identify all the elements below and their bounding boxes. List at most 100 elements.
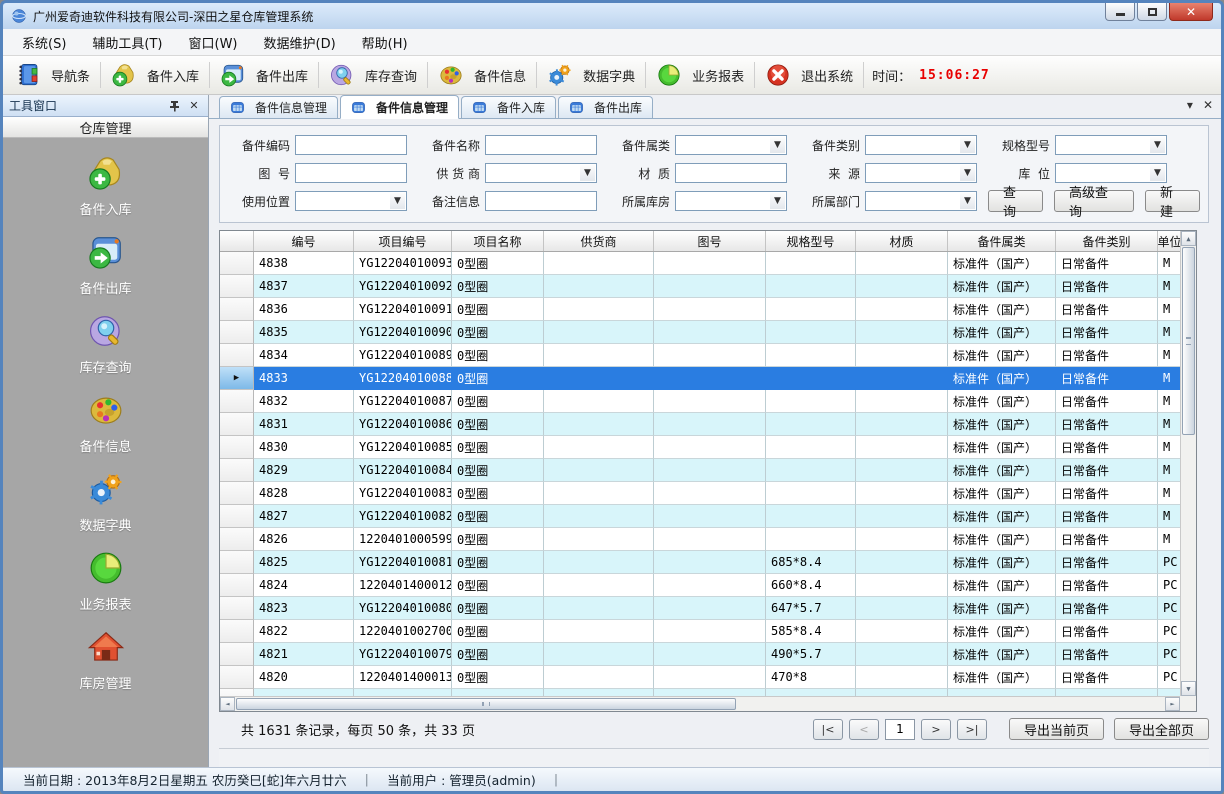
table-row-selected[interactable]: ▶4833YG122040100880型圈标准件（国产）日常备件M <box>220 367 1180 390</box>
query-button[interactable]: 查询 <box>988 190 1043 212</box>
storage-bin-dropdown[interactable]: ▼ <box>1055 163 1167 183</box>
table-row[interactable]: 482212204010027000型圈585*8.4标准件（国产）日常备件PC <box>220 620 1180 643</box>
scroll-down-icon[interactable]: ▼ <box>1181 681 1196 696</box>
grid-header-4[interactable]: 图号 <box>654 231 766 251</box>
material-input[interactable] <box>675 163 787 183</box>
vertical-scrollbar[interactable]: ▲ ▼ <box>1180 231 1196 696</box>
usage-position-dropdown[interactable]: ▼ <box>295 191 407 211</box>
table-row[interactable]: 4823YG122040100800型圈647*5.7标准件（国产）日常备件PC <box>220 597 1180 620</box>
close-button[interactable]: ✕ <box>1169 3 1213 21</box>
toolbar-button-stock-in[interactable]: 备件入库 <box>103 59 207 91</box>
table-row[interactable] <box>220 689 1180 696</box>
toolbar-button-report[interactable]: 业务报表 <box>648 59 752 91</box>
toolbar-button-parts-info[interactable]: 备件信息 <box>430 59 534 91</box>
toolbar-button-exit[interactable]: 退出系统 <box>757 59 861 91</box>
table-row[interactable]: 4835YG122040100900型圈标准件（国产）日常备件M <box>220 321 1180 344</box>
table-row[interactable]: 482412204014000120型圈660*8.4标准件（国产）日常备件PC <box>220 574 1180 597</box>
new-button[interactable]: 新建 <box>1145 190 1200 212</box>
cell: PC <box>1158 666 1180 689</box>
table-row[interactable]: 4831YG122040100860型圈标准件（国产）日常备件M <box>220 413 1180 436</box>
menu-item-1[interactable]: 辅助工具(T) <box>79 29 175 56</box>
grid-header-0[interactable]: 编号 <box>254 231 354 251</box>
first-page-button[interactable]: |< <box>813 719 843 740</box>
vertical-scroll-thumb[interactable] <box>1182 247 1195 435</box>
menu-item-3[interactable]: 数据维护(D) <box>251 29 349 56</box>
menu-item-0[interactable]: 系统(S) <box>9 29 79 56</box>
grid-header-2[interactable]: 项目名称 <box>452 231 544 251</box>
maximize-button[interactable] <box>1137 3 1167 21</box>
toolbar-button-navbar[interactable]: 导航条 <box>7 59 98 91</box>
page-number-input[interactable]: 1 <box>885 719 915 740</box>
prev-page-button[interactable]: < <box>849 719 879 740</box>
export-all-pages-button[interactable]: 导出全部页 <box>1114 718 1209 740</box>
drawing-no-input[interactable] <box>295 163 407 183</box>
next-page-button[interactable]: > <box>921 719 951 740</box>
source-dropdown[interactable]: ▼ <box>865 163 977 183</box>
tab-0[interactable]: 备件信息管理 <box>219 96 338 118</box>
tab-1-active[interactable]: 备件信息管理 <box>340 95 459 119</box>
advanced-query-button[interactable]: 高级查询 <box>1054 190 1134 212</box>
sidebar-item-parts-info[interactable]: 备件信息 <box>3 391 208 455</box>
grid-header-7[interactable]: 备件属类 <box>948 231 1056 251</box>
filter-field-source: 来 源▼ <box>798 163 977 183</box>
minimize-button[interactable] <box>1105 3 1135 21</box>
report-icon <box>656 62 687 88</box>
sidebar-item-report[interactable]: 业务报表 <box>3 549 208 613</box>
grid-header-marker <box>220 231 254 251</box>
grid-header-8[interactable]: 备件类别 <box>1056 231 1158 251</box>
sidebar-item-warehouse[interactable]: 库房管理 <box>3 628 208 692</box>
grid-header-3[interactable]: 供货商 <box>544 231 654 251</box>
cell: 1220401400012 <box>354 574 452 597</box>
grid-header-1[interactable]: 项目编号 <box>354 231 452 251</box>
export-current-page-button[interactable]: 导出当前页 <box>1009 718 1104 740</box>
sidebar-item-inventory-query[interactable]: 库存查询 <box>3 312 208 376</box>
part-code-input[interactable] <box>295 135 407 155</box>
warehouse-dropdown[interactable]: ▼ <box>675 191 787 211</box>
toolbar-button-inventory-query[interactable]: 库存查询 <box>321 59 425 91</box>
cell: 标准件（国产） <box>948 390 1056 413</box>
part-name-input[interactable] <box>485 135 597 155</box>
part-genus-dropdown[interactable]: ▼ <box>675 135 787 155</box>
chevron-down-icon[interactable]: ▾ <box>1187 98 1193 112</box>
table-row[interactable]: 4838YG122040100930型圈标准件（国产）日常备件M <box>220 252 1180 275</box>
sidebar-item-data-dict[interactable]: 数据字典 <box>3 470 208 534</box>
horizontal-scroll-thumb[interactable] <box>236 698 736 710</box>
scroll-up-icon[interactable]: ▲ <box>1181 231 1196 246</box>
grid-header-6[interactable]: 材质 <box>856 231 948 251</box>
grid-header-9[interactable]: 单位 <box>1158 231 1180 251</box>
remark-input[interactable] <box>485 191 597 211</box>
table-row[interactable]: 482012204014000130型圈470*8标准件（国产）日常备件PC <box>220 666 1180 689</box>
menu-item-4[interactable]: 帮助(H) <box>349 29 421 56</box>
tab-close-icon[interactable]: ✕ <box>1203 98 1213 112</box>
table-row[interactable]: 4825YG122040100810型圈685*8.4标准件（国产）日常备件PC <box>220 551 1180 574</box>
table-row[interactable]: 4827YG122040100820型圈标准件（国产）日常备件M <box>220 505 1180 528</box>
table-row[interactable]: 4830YG122040100850型圈标准件（国产）日常备件M <box>220 436 1180 459</box>
scroll-right-icon[interactable]: ► <box>1165 697 1180 711</box>
table-row[interactable]: 4837YG122040100920型圈标准件（国产）日常备件M <box>220 275 1180 298</box>
department-dropdown[interactable]: ▼ <box>865 191 977 211</box>
table-row[interactable]: 482612204010005990型圈标准件（国产）日常备件M <box>220 528 1180 551</box>
grid-header-5[interactable]: 规格型号 <box>766 231 856 251</box>
sidebar-item-stock-in[interactable]: 备件入库 <box>3 154 208 218</box>
table-row[interactable]: 4834YG122040100890型圈标准件（国产）日常备件M <box>220 344 1180 367</box>
sidebar-item-stock-out[interactable]: 备件出库 <box>3 233 208 297</box>
menu-item-2[interactable]: 窗口(W) <box>176 29 251 56</box>
table-row[interactable]: 4828YG122040100830型圈标准件（国产）日常备件M <box>220 482 1180 505</box>
scroll-left-icon[interactable]: ◄ <box>220 697 235 711</box>
last-page-button[interactable]: >| <box>957 719 987 740</box>
horizontal-scrollbar[interactable]: ◄ ► <box>220 696 1180 711</box>
supplier-dropdown[interactable]: ▼ <box>485 163 597 183</box>
toolbar-button-data-dict[interactable]: 数据字典 <box>539 59 643 91</box>
tab-2[interactable]: 备件入库 <box>461 96 556 118</box>
table-row[interactable]: 4829YG122040100840型圈标准件（国产）日常备件M <box>220 459 1180 482</box>
table-row[interactable]: 4832YG122040100870型圈标准件（国产）日常备件M <box>220 390 1180 413</box>
tab-3[interactable]: 备件出库 <box>558 96 653 118</box>
table-row[interactable]: 4821YG122040100790型圈490*5.7标准件（国产）日常备件PC <box>220 643 1180 666</box>
panel-close-icon[interactable]: ✕ <box>186 99 202 113</box>
cell: 0型圈 <box>452 620 544 643</box>
toolbar-button-stock-out[interactable]: 备件出库 <box>212 59 316 91</box>
pin-icon[interactable] <box>166 99 182 113</box>
spec-model-dropdown[interactable]: ▼ <box>1055 135 1167 155</box>
part-category-dropdown[interactable]: ▼ <box>865 135 977 155</box>
table-row[interactable]: 4836YG122040100910型圈标准件（国产）日常备件M <box>220 298 1180 321</box>
